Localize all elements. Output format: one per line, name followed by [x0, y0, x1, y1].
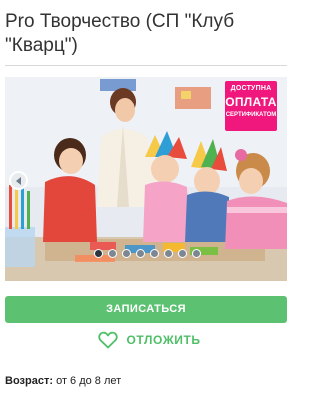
carousel-dot[interactable]	[164, 249, 173, 258]
age-label: Возраст:	[5, 375, 53, 387]
carousel-dot[interactable]	[150, 249, 159, 258]
age-value: от 6 до 8 лет	[56, 375, 122, 387]
badge-line-3: СЕРТИФИКАТОМ	[225, 112, 277, 118]
image-carousel[interactable]: ДОСТУПНА ОПЛАТА СЕРТИФИКАТОМ	[5, 77, 287, 281]
carousel-dot[interactable]	[178, 249, 187, 258]
heart-outline-icon	[98, 331, 118, 349]
age-info: Возраст: от 6 до 8 лет	[5, 375, 121, 387]
certificate-payment-badge: ДОСТУПНА ОПЛАТА СЕРТИФИКАТОМ	[225, 81, 277, 131]
enroll-button[interactable]: ЗАПИСАТЬСЯ	[5, 296, 287, 323]
postpone-label: ОТЛОЖИТЬ	[126, 333, 201, 347]
carousel-dot[interactable]	[192, 249, 201, 258]
title-divider	[5, 65, 287, 66]
chevron-left-icon	[16, 177, 21, 185]
carousel-dot[interactable]	[122, 249, 131, 258]
page-title: Pro Творчество (СП "Клуб "Кварц")	[5, 11, 235, 56]
carousel-dot[interactable]	[108, 249, 117, 258]
carousel-prev-button[interactable]	[9, 171, 28, 190]
page: Pro Творчество (СП "Клуб "Кварц") ДОСТУП…	[0, 0, 296, 400]
carousel-dot[interactable]	[94, 249, 103, 258]
postpone-button[interactable]: ОТЛОЖИТЬ	[98, 331, 201, 351]
badge-line-2: ОПЛАТА	[225, 95, 277, 109]
carousel-dot[interactable]	[136, 249, 145, 258]
badge-line-1: ДОСТУПНА	[230, 85, 272, 92]
